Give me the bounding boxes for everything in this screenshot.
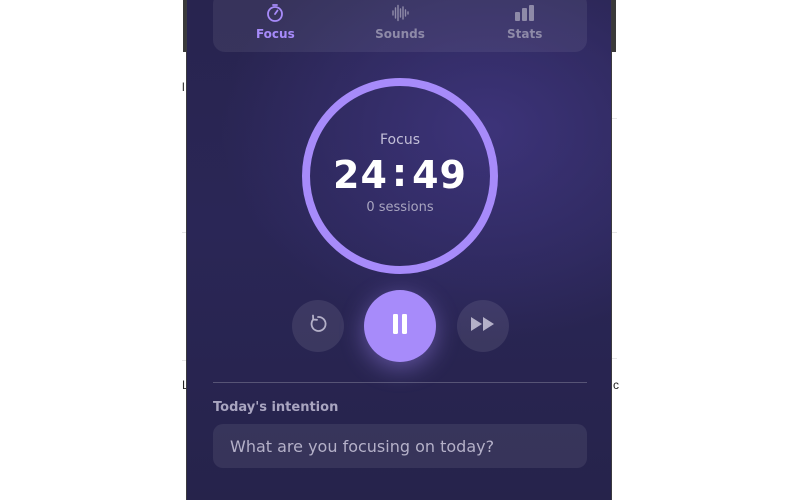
background-window-right: c <box>612 0 800 500</box>
tab-stats[interactable]: Stats <box>462 0 587 52</box>
divider-line <box>612 232 617 233</box>
pause-icon <box>391 313 409 339</box>
tab-focus[interactable]: Focus <box>213 0 338 52</box>
timer-controls <box>187 290 611 362</box>
screen: l L c Focus <box>0 0 800 500</box>
intention-label: Today's intention <box>213 400 339 415</box>
timer-seconds: 49 <box>412 152 467 197</box>
divider-line <box>612 118 617 119</box>
background-text: c <box>613 378 619 392</box>
timer-minutes: 24 <box>333 152 388 197</box>
tab-bar: Focus Sounds Stats <box>213 0 587 52</box>
timer-icon <box>265 3 285 23</box>
tab-label: Stats <box>507 27 543 41</box>
intention-input[interactable] <box>213 424 587 468</box>
timer-ring: Focus 24:49 0 sessions <box>300 76 500 276</box>
background-text: l <box>182 80 185 94</box>
timer-mode-label: Focus <box>380 131 420 148</box>
timer-readout: Focus 24:49 0 sessions <box>300 76 500 276</box>
window-edge-dark <box>612 0 616 52</box>
tab-label: Focus <box>255 27 295 41</box>
bar-chart-icon <box>514 3 536 23</box>
timer-display: 24:49 <box>333 150 467 198</box>
divider-line <box>612 358 617 359</box>
reset-icon <box>307 313 329 339</box>
background-window-left: l L <box>0 0 189 500</box>
reset-button[interactable] <box>292 300 344 352</box>
section-divider <box>213 382 587 383</box>
focus-app-panel: Focus Sounds Stats Focus 24: 49 0 sessi… <box>186 0 612 500</box>
pause-button[interactable] <box>364 290 436 362</box>
skip-forward-icon <box>470 316 496 336</box>
session-count: 0 sessions <box>366 199 434 215</box>
tab-sounds[interactable]: Sounds <box>338 0 463 52</box>
timer-separator: : <box>391 150 409 195</box>
sound-wave-icon <box>390 3 410 23</box>
skip-button[interactable] <box>457 300 509 352</box>
tab-label: Sounds <box>375 27 425 41</box>
